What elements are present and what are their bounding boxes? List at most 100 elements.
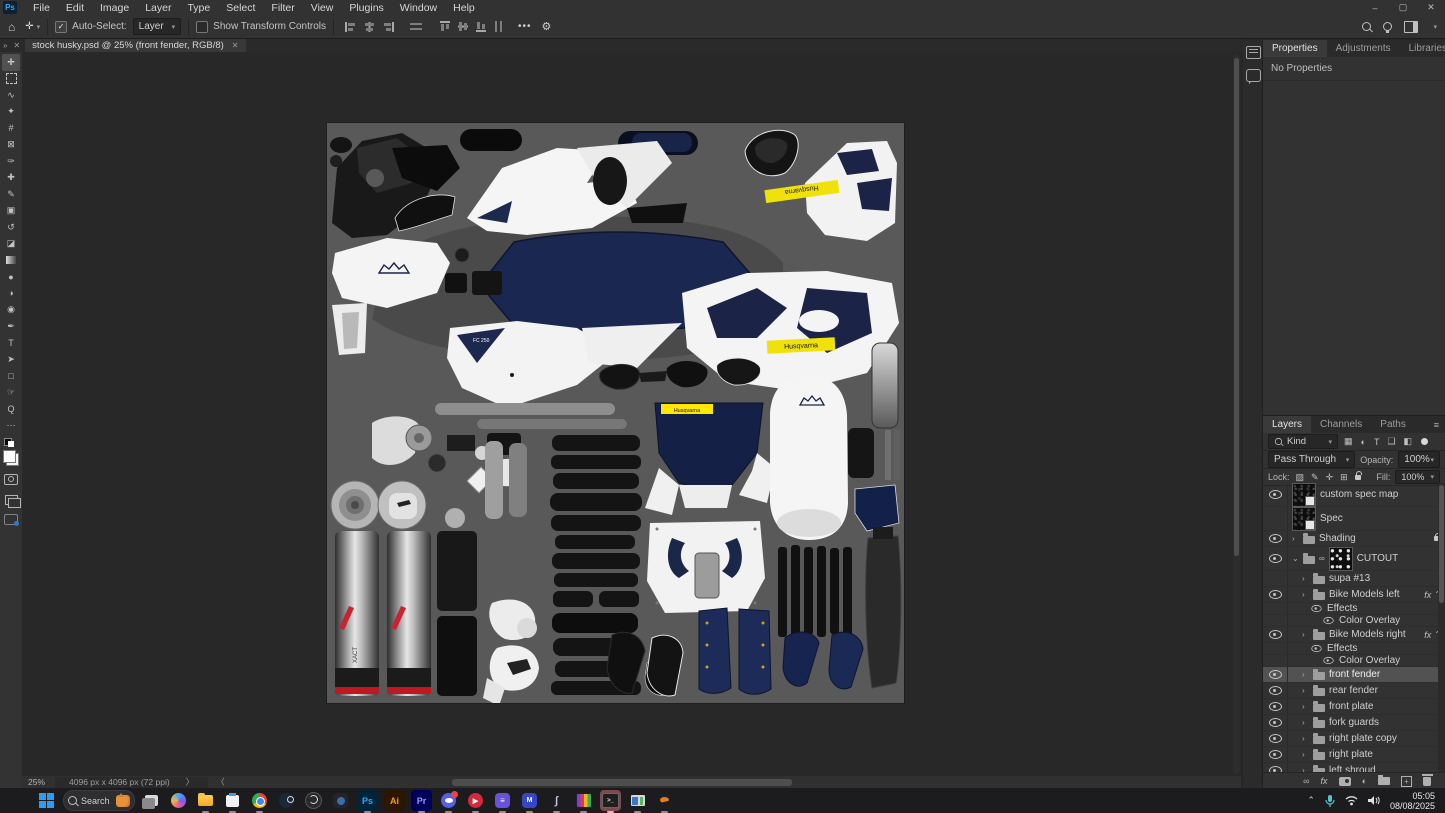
- visibility-toggle[interactable]: [1263, 507, 1288, 530]
- tab-adjustments[interactable]: Adjustments: [1327, 40, 1400, 57]
- auto-select-checkbox[interactable]: ✓: [55, 21, 67, 33]
- tab-close-icon[interactable]: ✕: [232, 41, 239, 50]
- visibility-toggle[interactable]: [1263, 483, 1288, 506]
- tool-blur[interactable]: ●: [2, 269, 20, 286]
- distribute-vertical-icon[interactable]: [494, 21, 504, 32]
- quick-mask-icon[interactable]: [4, 474, 18, 485]
- tool-clone-stamp[interactable]: ▣: [2, 203, 20, 220]
- layer-row-color-overlay[interactable]: Color Overlay: [1263, 615, 1445, 627]
- home-icon[interactable]: ⌂: [8, 20, 15, 34]
- illustrator-button[interactable]: Ai: [384, 790, 405, 811]
- foreground-color[interactable]: [3, 450, 16, 463]
- menu-edit[interactable]: Edit: [58, 2, 92, 14]
- collapse-chevron-icon[interactable]: ⌄: [1292, 554, 1299, 563]
- screen-mode-icon[interactable]: [5, 495, 18, 505]
- blender-button[interactable]: [654, 790, 675, 811]
- close-button[interactable]: ✕: [1417, 2, 1445, 13]
- filter-toggle-icon[interactable]: [1421, 438, 1428, 445]
- menu-type[interactable]: Type: [179, 2, 218, 14]
- visibility-toggle[interactable]: [1263, 747, 1288, 762]
- layer-style-icon[interactable]: fx: [1321, 776, 1328, 786]
- microsoft-store-button[interactable]: [222, 790, 243, 811]
- foreground-background-swatches[interactable]: [3, 450, 19, 466]
- add-mask-icon[interactable]: [1339, 777, 1351, 786]
- filter-adjustment-icon[interactable]: ◐: [1361, 437, 1366, 447]
- tool-move[interactable]: ✛: [2, 54, 20, 71]
- tab-properties[interactable]: Properties: [1263, 40, 1327, 57]
- tool-path-select[interactable]: ➤: [2, 351, 20, 368]
- visibility-toggle[interactable]: [1263, 547, 1288, 570]
- expand-chevron-icon[interactable]: ›: [1302, 734, 1309, 743]
- visibility-toggle[interactable]: [1263, 587, 1288, 602]
- tray-chevron-icon[interactable]: ⌃: [1307, 795, 1315, 806]
- align-left-icon[interactable]: [345, 22, 356, 32]
- lock-paint-icon[interactable]: ✎: [1311, 472, 1319, 483]
- tool-dodge[interactable]: ◑: [2, 285, 20, 302]
- status-collapse-icon[interactable]: 〈: [216, 776, 225, 788]
- restore-button[interactable]: ▢: [1389, 2, 1417, 13]
- tool-zoom[interactable]: Q: [2, 401, 20, 418]
- tool-gradient[interactable]: [2, 252, 20, 269]
- tab-channels[interactable]: Channels: [1311, 416, 1371, 433]
- tab-libraries[interactable]: Libraries: [1400, 40, 1445, 57]
- adjustment-layer-icon[interactable]: ◐: [1362, 776, 1367, 786]
- effects-visibility-icon[interactable]: [1311, 605, 1321, 612]
- layers-scrollbar-thumb[interactable]: [1439, 485, 1444, 603]
- edit-in-icon[interactable]: [4, 514, 18, 525]
- media-disc-button[interactable]: [330, 790, 351, 811]
- speaker-icon[interactable]: [1368, 795, 1380, 806]
- steam-button[interactable]: [276, 790, 297, 811]
- new-group-icon[interactable]: [1378, 777, 1390, 785]
- show-transform-checkbox[interactable]: [196, 21, 208, 33]
- microphone-icon[interactable]: [1325, 795, 1335, 807]
- window-app-button[interactable]: [627, 790, 648, 811]
- effects-visibility-icon[interactable]: [1323, 657, 1333, 664]
- distribute-horizontal-icon[interactable]: [410, 22, 422, 32]
- align-center-icon[interactable]: [364, 22, 375, 32]
- layer-row-shading[interactable]: ›Shading: [1263, 531, 1445, 547]
- delete-layer-icon[interactable]: [1423, 777, 1431, 786]
- menu-image[interactable]: Image: [92, 2, 137, 14]
- horizontal-scrollbar-thumb[interactable]: [452, 779, 792, 786]
- tool-shape[interactable]: □: [2, 368, 20, 385]
- layers-scrollbar[interactable]: [1438, 483, 1445, 773]
- align-top-icon[interactable]: [440, 21, 450, 32]
- chrome-button[interactable]: [249, 790, 270, 811]
- layer-row-cutout-group[interactable]: ⌄∞CUTOUT: [1263, 547, 1445, 571]
- filter-pixel-icon[interactable]: ▦: [1344, 436, 1353, 447]
- obs-button[interactable]: [303, 790, 324, 811]
- lock-transparent-icon[interactable]: ▨: [1296, 472, 1305, 483]
- lock-all-icon[interactable]: [1355, 475, 1362, 480]
- visibility-toggle[interactable]: [1263, 731, 1288, 746]
- visibility-toggle[interactable]: [1263, 627, 1288, 642]
- layer-row-right-plate[interactable]: ›right plate: [1263, 747, 1445, 763]
- layer-row-color-overlay[interactable]: Color Overlay: [1263, 655, 1445, 667]
- menu-plugins[interactable]: Plugins: [341, 2, 391, 14]
- history-panel-icon[interactable]: [1246, 46, 1261, 59]
- link-layers-icon[interactable]: ∞: [1303, 776, 1309, 786]
- mask-thumbnail[interactable]: [1329, 547, 1353, 571]
- align-right-icon[interactable]: [383, 22, 394, 32]
- winrar-button[interactable]: [573, 790, 594, 811]
- layer-row-spec[interactable]: Spec: [1263, 507, 1445, 531]
- comments-panel-icon[interactable]: [1246, 69, 1261, 82]
- layer-row-bike-models-right[interactable]: ›Bike Models right fx⌃: [1263, 627, 1445, 643]
- fill-field[interactable]: 100%▾: [1395, 470, 1440, 484]
- status-arrow-icon[interactable]: 〉: [186, 776, 195, 788]
- layer-row-custom-spec-map[interactable]: custom spec map: [1263, 483, 1445, 507]
- layer-row-bike-models-left[interactable]: ›Bike Models left fx⌃: [1263, 587, 1445, 603]
- video-player-button[interactable]: ▶: [465, 790, 486, 811]
- fx-badge[interactable]: fx: [1424, 630, 1431, 640]
- tool-eyedropper[interactable]: ✑: [2, 153, 20, 170]
- document-tab[interactable]: stock husky.psd @ 25% (front fender, RGB…: [25, 39, 245, 52]
- effects-visibility-icon[interactable]: [1311, 645, 1321, 652]
- tool-crop[interactable]: #: [2, 120, 20, 137]
- workspace-chevron-icon[interactable]: ▾: [1433, 23, 1437, 31]
- layer-row-supa13[interactable]: ›supa #13: [1263, 571, 1445, 587]
- tab-overflow-icon[interactable]: »: [3, 41, 7, 50]
- opacity-field[interactable]: 100%▾: [1398, 451, 1440, 468]
- menu-window[interactable]: Window: [392, 2, 445, 14]
- tool-eraser[interactable]: ◪: [2, 236, 20, 253]
- minimize-button[interactable]: –: [1361, 3, 1389, 13]
- photoshop-button[interactable]: Ps: [357, 790, 378, 811]
